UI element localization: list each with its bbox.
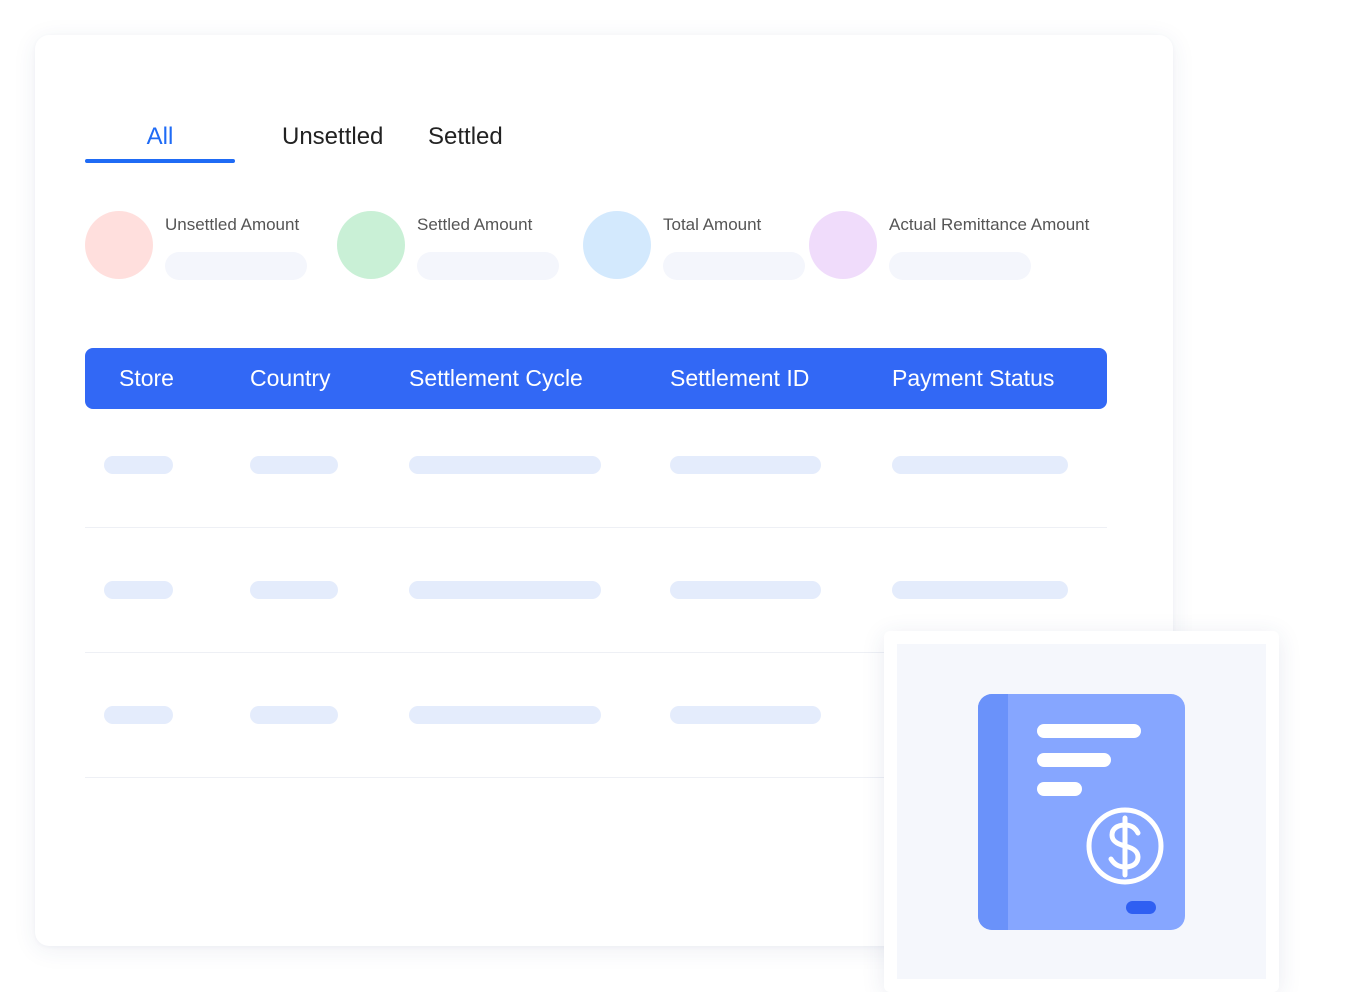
tab-settled[interactable]: Settled [428,121,503,153]
column-header-payment-status[interactable]: Payment Status [892,348,1054,409]
column-header-settlement-cycle[interactable]: Settlement Cycle [409,348,583,409]
column-header-store[interactable]: Store [119,348,174,409]
cell-placeholder [409,456,601,474]
cell-placeholder [250,581,338,599]
page: All Unsettled Settled Unsettled Amount S… [0,0,1352,992]
receipt-dollar-icon [978,694,1185,930]
active-tab-indicator [85,159,235,163]
stat-label: Actual Remittance Amount [889,215,1090,234]
illustration-card [884,631,1279,992]
column-header-country[interactable]: Country [250,348,331,409]
cell-placeholder [250,706,338,724]
cell-placeholder [409,581,601,599]
total-amount-dot [583,211,651,279]
tab-unsettled[interactable]: Unsettled [282,121,383,153]
cell-placeholder [104,456,173,474]
stat-value-placeholder [889,252,1031,280]
stat-label: Settled Amount [417,215,533,234]
illustration-background [897,644,1266,979]
cell-placeholder [250,456,338,474]
unsettled-amount-dot [85,211,153,279]
cell-placeholder [892,581,1068,599]
table-header: Store Country Settlement Cycle Settlemen… [85,348,1107,409]
stat-label: Unsettled Amount [165,215,300,234]
stat-value-placeholder [663,252,805,280]
table-row[interactable] [85,403,1107,528]
cell-placeholder [104,706,173,724]
cell-placeholder [892,456,1068,474]
settled-amount-dot [337,211,405,279]
cell-placeholder [409,706,601,724]
actual-remittance-amount-dot [809,211,877,279]
cell-placeholder [670,706,821,724]
cell-placeholder [670,581,821,599]
stat-value-placeholder [165,252,307,280]
settlement-tabs: All Unsettled Settled [85,121,585,165]
stat-value-placeholder [417,252,559,280]
column-header-settlement-id[interactable]: Settlement ID [670,348,809,409]
tab-all[interactable]: All [85,121,235,153]
cell-placeholder [104,581,173,599]
stat-label: Total Amount [663,215,762,234]
cell-placeholder [670,456,821,474]
